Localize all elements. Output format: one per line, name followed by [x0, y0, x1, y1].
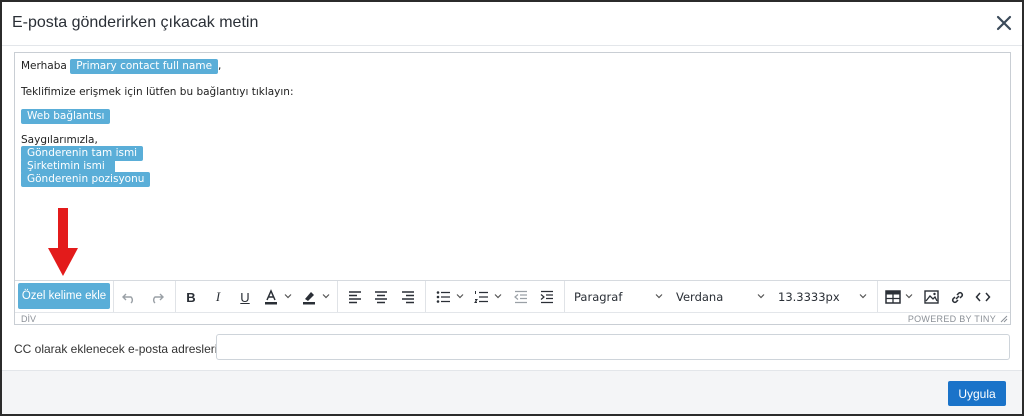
align-right-button[interactable]	[398, 286, 418, 308]
chevron-down-icon[interactable]	[455, 291, 465, 301]
highlight-icon	[303, 292, 315, 305]
apply-button[interactable]: Uygula	[948, 381, 1006, 406]
image-button[interactable]	[921, 286, 941, 308]
bullet-list-icon	[436, 291, 450, 303]
table-icon	[885, 290, 901, 304]
redo-button[interactable]	[147, 286, 167, 308]
resize-handle-icon[interactable]	[1000, 315, 1008, 323]
placeholder-tag[interactable]: Gönderenin pozisyonu	[21, 172, 151, 187]
cc-email-input[interactable]	[216, 334, 1010, 360]
toolbar-divider	[175, 281, 176, 312]
align-left-icon	[349, 291, 361, 304]
chevron-down-icon[interactable]	[904, 291, 914, 301]
sender-line: Gönderenin pozisyonu	[21, 172, 151, 187]
block-format-value: Paragraf	[574, 290, 623, 304]
toolbar-divider	[877, 281, 878, 312]
editor-content[interactable]: Merhaba Primary contact full name, Tekli…	[15, 53, 1010, 280]
rich-text-editor[interactable]: Merhaba Primary contact full name, Tekli…	[14, 52, 1011, 325]
close-button[interactable]	[994, 13, 1014, 33]
dialog-footer: Uygula	[2, 370, 1022, 414]
chevron-down-icon	[859, 294, 867, 299]
numbered-list-button[interactable]	[471, 286, 491, 308]
source-code-button[interactable]	[973, 286, 993, 308]
align-right-icon	[402, 291, 414, 304]
placeholder-tag[interactable]: Primary contact full name	[70, 59, 219, 74]
italic-icon: I	[215, 289, 221, 304]
italic-button[interactable]: I	[208, 286, 228, 308]
greeting-line: Merhaba Primary contact full name,	[21, 59, 221, 74]
chevron-down-icon	[757, 294, 765, 299]
link-button[interactable]	[947, 286, 967, 308]
align-left-button[interactable]	[345, 286, 365, 308]
link-line: Web bağlantısı	[21, 109, 111, 124]
dialog-title: E-posta gönderirken çıkacak metin	[12, 14, 259, 31]
chevron-down-icon	[655, 294, 663, 299]
code-icon	[975, 292, 991, 302]
bullet-list-button[interactable]	[433, 286, 453, 308]
align-center-icon	[375, 291, 387, 304]
indent-icon	[540, 290, 553, 304]
placeholder-tag[interactable]: Web bağlantısı	[21, 109, 111, 124]
bold-icon: B	[186, 289, 196, 305]
close-icon	[996, 15, 1012, 31]
outdent-button[interactable]	[511, 286, 531, 308]
link-icon	[951, 291, 963, 303]
indent-button[interactable]	[537, 286, 557, 308]
chevron-down-icon[interactable]	[283, 291, 293, 301]
greeting-text: Merhaba	[21, 60, 67, 72]
undo-icon	[122, 293, 133, 304]
closing-text: Saygılarımızla,	[21, 134, 98, 146]
bold-button[interactable]: B	[181, 286, 201, 308]
toolbar-divider	[113, 281, 114, 312]
text-color-icon	[265, 289, 277, 305]
undo-button[interactable]	[119, 286, 139, 308]
font-size-value: 13.3333px	[778, 290, 840, 304]
highlight-button[interactable]	[299, 286, 319, 308]
cc-label: CC olarak eklenecek e-posta adresleri:	[14, 342, 221, 356]
table-button[interactable]	[883, 286, 903, 308]
editor-statusbar: DİV POWERED BY TINY	[15, 312, 1010, 325]
editor-toolbar: Özel kelime ekle B I U Paragraf Verdana …	[15, 280, 1010, 312]
tiny-branding-link[interactable]: POWERED BY TINY	[908, 314, 996, 324]
red-arrow-annotation	[48, 208, 78, 276]
toolbar-divider	[337, 281, 338, 312]
instruction-text: Teklifimize erişmek için lütfen bu bağla…	[21, 86, 294, 98]
greeting-suffix: ,	[218, 60, 222, 72]
align-center-button[interactable]	[371, 286, 391, 308]
dialog-header: E-posta gönderirken çıkacak metin	[2, 2, 1022, 46]
toolbar-divider	[564, 281, 565, 312]
numbered-list-icon	[473, 291, 488, 303]
dialog: E-posta gönderirken çıkacak metin Merhab…	[0, 0, 1024, 416]
chevron-down-icon[interactable]	[321, 291, 331, 301]
custom-word-button[interactable]: Özel kelime ekle	[18, 283, 110, 309]
font-family-value: Verdana	[676, 290, 724, 304]
image-icon	[923, 290, 939, 304]
toolbar-divider	[425, 281, 426, 312]
chevron-down-icon[interactable]	[493, 291, 503, 301]
outdent-icon	[514, 290, 527, 304]
element-path[interactable]: DİV	[21, 314, 36, 324]
text-color-button[interactable]	[261, 286, 281, 308]
underline-icon: U	[240, 289, 250, 305]
redo-icon	[153, 293, 164, 304]
underline-button[interactable]: U	[235, 286, 255, 308]
